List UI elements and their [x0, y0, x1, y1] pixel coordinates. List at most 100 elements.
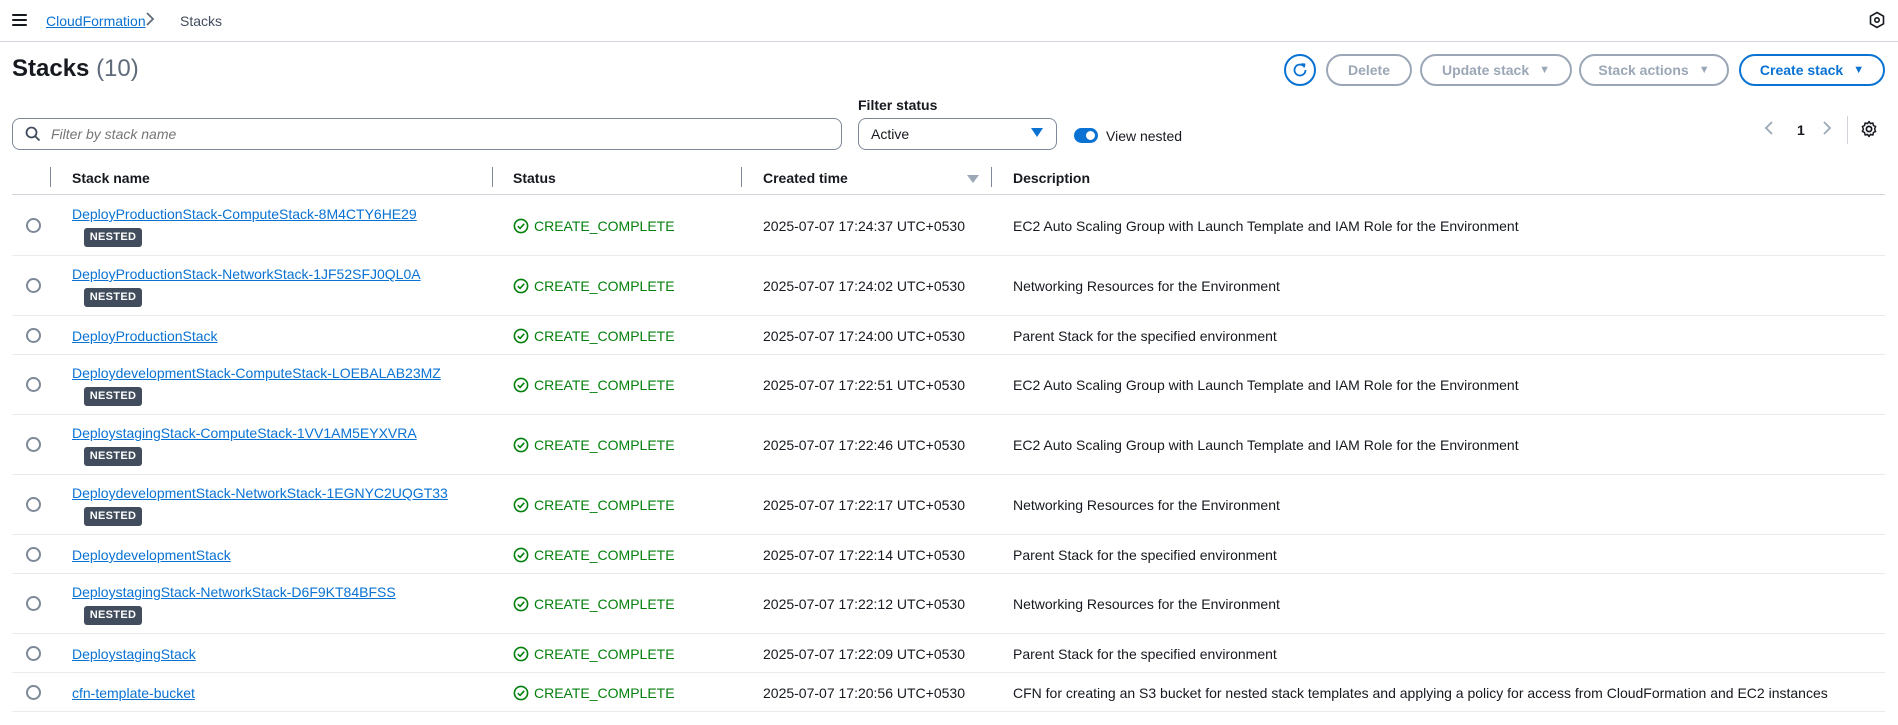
stack-actions-label: Stack actions [1598, 62, 1689, 78]
table-row[interactable]: DeploydevelopmentStack-NetworkStack-1EGN… [12, 475, 1885, 535]
description-cell: Networking Resources for the Environment [1013, 278, 1280, 294]
row-select-radio[interactable] [26, 437, 41, 452]
status-text: CREATE_COMPLETE [534, 547, 675, 563]
refresh-button[interactable] [1284, 54, 1316, 86]
status-text: CREATE_COMPLETE [534, 646, 675, 662]
created-time-cell: 2025-07-07 17:22:46 UTC+0530 [763, 437, 965, 453]
column-stack-name[interactable]: Stack name [72, 170, 150, 186]
status-text: CREATE_COMPLETE [534, 278, 675, 294]
row-select-radio[interactable] [26, 328, 41, 343]
row-select-radio[interactable] [26, 218, 41, 233]
page-title: Stacks (10) [12, 55, 139, 83]
created-time-cell: 2025-07-07 17:24:00 UTC+0530 [763, 328, 965, 344]
status-success-icon [513, 437, 529, 453]
row-select-radio[interactable] [26, 377, 41, 392]
table-row[interactable]: DeployProductionStack-ComputeStack-8M4CT… [12, 196, 1885, 256]
create-stack-label: Create stack [1759, 62, 1844, 78]
status-text: CREATE_COMPLETE [534, 377, 675, 393]
column-divider [50, 167, 51, 187]
status-success-icon [513, 278, 529, 294]
table-row[interactable]: DeploydevelopmentStack-ComputeStack-LOEB… [12, 355, 1885, 415]
description-cell: Networking Resources for the Environment [1013, 497, 1280, 513]
search-input-container[interactable] [12, 118, 842, 150]
stack-name-link[interactable]: DeploystagingStack-ComputeStack-1VV1AM5E… [72, 425, 417, 441]
created-time-cell: 2025-07-07 17:22:09 UTC+0530 [763, 646, 965, 662]
column-created-time[interactable]: Created time [763, 170, 848, 186]
stack-name-link[interactable]: DeploystagingStack [72, 646, 196, 662]
update-stack-label: Update stack [1441, 62, 1530, 78]
filter-status-select[interactable]: Active [858, 118, 1057, 150]
nested-badge: NESTED [84, 228, 142, 247]
settings-gear-icon[interactable] [1860, 120, 1878, 138]
sort-caret-icon[interactable] [967, 175, 979, 183]
row-select-radio[interactable] [26, 646, 41, 661]
caret-down-icon [1031, 128, 1043, 137]
stack-name-link[interactable]: DeployProductionStack-ComputeStack-8M4CT… [72, 206, 417, 222]
status-cell: CREATE_COMPLETE [513, 278, 675, 294]
stack-count: (10) [96, 55, 139, 82]
stack-name-link[interactable]: DeployProductionStack-NetworkStack-1JF52… [72, 266, 421, 282]
breadcrumb-current: Stacks [180, 13, 223, 29]
table-row[interactable]: cfn-template-bucket CREATE_COMPLETE 2025-0… [12, 673, 1885, 712]
create-stack-button[interactable]: Create stack ▼ [1739, 54, 1885, 86]
nested-badge: NESTED [84, 507, 142, 526]
status-cell: CREATE_COMPLETE [513, 497, 675, 513]
description-cell: Networking Resources for the Environment [1013, 596, 1280, 612]
page-number[interactable]: 1 [1797, 122, 1805, 138]
delete-button[interactable]: Delete [1326, 54, 1412, 86]
column-description[interactable]: Description [1013, 170, 1090, 186]
created-time-cell: 2025-07-07 17:22:17 UTC+0530 [763, 497, 965, 513]
nested-badge: NESTED [84, 288, 142, 307]
table-row[interactable]: DeployProductionStack-NetworkStack-1JF52… [12, 256, 1885, 316]
stack-name-link[interactable]: DeploydevelopmentStack-ComputeStack-LOEB… [72, 365, 441, 381]
column-divider[interactable] [492, 167, 493, 187]
created-time-cell: 2025-07-07 17:20:56 UTC+0530 [763, 685, 965, 701]
description-cell: EC2 Auto Scaling Group with Launch Templ… [1013, 377, 1519, 393]
view-nested-toggle[interactable] [1074, 128, 1098, 143]
chevron-right-icon[interactable] [1822, 120, 1832, 141]
breadcrumb-cloudformation[interactable]: CloudFormation [46, 13, 146, 29]
column-divider[interactable] [991, 167, 992, 187]
table-row[interactable]: DeploystagingStack-ComputeStack-1VV1AM5E… [12, 415, 1885, 475]
column-status[interactable]: Status [513, 170, 556, 186]
created-time-cell: 2025-07-07 17:22:51 UTC+0530 [763, 377, 965, 393]
table-row[interactable]: DeploydevelopmentStack CREATE_COMPLETE 202… [12, 535, 1885, 574]
row-select-radio[interactable] [26, 596, 41, 611]
update-stack-button[interactable]: Update stack ▼ [1420, 54, 1572, 86]
column-divider[interactable] [741, 167, 742, 187]
stack-name-link[interactable]: cfn-template-bucket [72, 685, 195, 701]
info-hexagon-icon[interactable] [1868, 11, 1886, 29]
nested-badge: NESTED [84, 387, 142, 406]
status-success-icon [513, 377, 529, 393]
table-row[interactable]: DeploystagingStack-NetworkStack-D6F9KT84… [12, 574, 1885, 634]
status-text: CREATE_COMPLETE [534, 437, 675, 453]
row-select-radio[interactable] [26, 685, 41, 700]
table-row[interactable]: DeploystagingStack CREATE_COMPLETE 2025-07… [12, 634, 1885, 673]
description-cell: Parent Stack for the specified environme… [1013, 547, 1277, 563]
row-select-radio[interactable] [26, 278, 41, 293]
chevron-left-icon[interactable] [1764, 120, 1774, 141]
status-success-icon [513, 218, 529, 234]
top-navigation: CloudFormation Stacks [0, 0, 1898, 42]
filter-status-label: Filter status [858, 97, 938, 113]
view-nested-label: View nested [1106, 128, 1183, 144]
description-cell: EC2 Auto Scaling Group with Launch Templ… [1013, 437, 1519, 453]
caret-down-icon: ▼ [1539, 64, 1551, 76]
status-text: CREATE_COMPLETE [534, 596, 675, 612]
search-icon [25, 126, 41, 142]
table-row[interactable]: DeployProductionStack CREATE_COMPLETE 2025… [12, 316, 1885, 355]
menu-icon[interactable] [12, 14, 27, 26]
description-cell: Parent Stack for the specified environme… [1013, 646, 1277, 662]
status-success-icon [513, 328, 529, 344]
stack-name-link[interactable]: DeploydevelopmentStack-NetworkStack-1EGN… [72, 485, 448, 501]
stack-name-link[interactable]: DeploydevelopmentStack [72, 547, 231, 563]
row-select-radio[interactable] [26, 547, 41, 562]
stack-name-link[interactable]: DeploystagingStack-NetworkStack-D6F9KT84… [72, 584, 396, 600]
status-cell: CREATE_COMPLETE [513, 547, 675, 563]
status-cell: CREATE_COMPLETE [513, 437, 675, 453]
stack-name-link[interactable]: DeployProductionStack [72, 328, 218, 344]
status-cell: CREATE_COMPLETE [513, 377, 675, 393]
search-input[interactable] [51, 126, 811, 142]
stack-actions-button[interactable]: Stack actions ▼ [1579, 54, 1729, 86]
row-select-radio[interactable] [26, 497, 41, 512]
